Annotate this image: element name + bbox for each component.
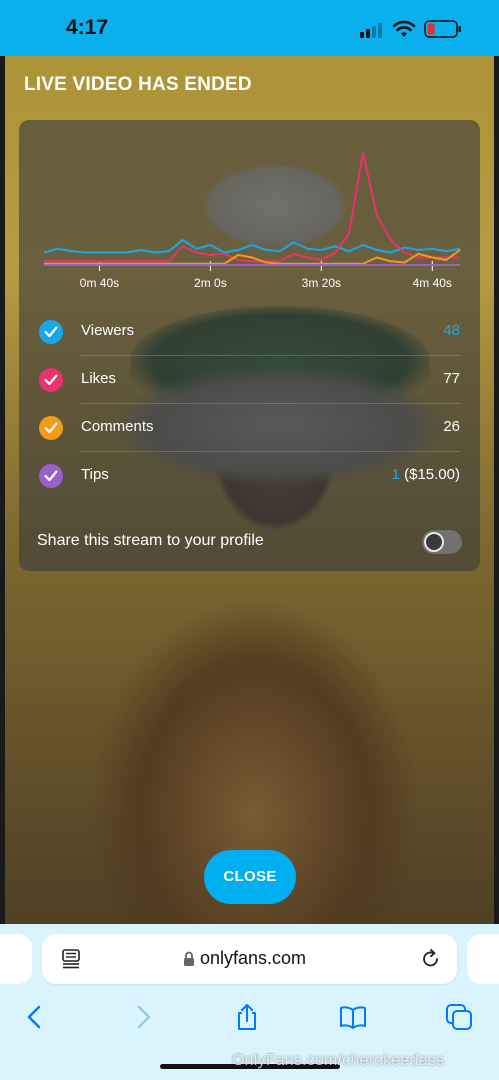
- stat-label: Viewers: [81, 322, 135, 339]
- next-tab-preview[interactable]: [467, 934, 499, 984]
- previous-tab-preview[interactable]: [0, 934, 32, 984]
- stat-count: 1: [391, 466, 400, 483]
- address-bar[interactable]: onlyfans.com: [42, 934, 457, 984]
- page-title: LIVE VIDEO HAS ENDED: [24, 74, 252, 95]
- checkbox-viewers[interactable]: [39, 320, 63, 344]
- stat-label: Comments: [81, 418, 154, 435]
- checkmark-icon: [44, 470, 58, 482]
- x-tick-label: 2m 0s: [194, 276, 227, 290]
- reload-icon[interactable]: [420, 948, 442, 970]
- url-text: onlyfans.com: [200, 948, 307, 968]
- stat-value: 26: [443, 418, 460, 435]
- stat-label: Tips: [81, 466, 109, 483]
- x-tick-label: 4m 40s: [413, 276, 452, 290]
- tabs-icon[interactable]: [444, 1002, 474, 1032]
- x-tick-label: 0m 40s: [80, 276, 119, 290]
- share-icon[interactable]: [232, 1002, 262, 1032]
- stat-row-viewers[interactable]: Viewers 48: [39, 308, 460, 356]
- share-stream-row[interactable]: Share this stream to your profile: [37, 526, 462, 558]
- status-time: 4:17: [66, 16, 109, 39]
- stat-count: 77: [443, 370, 460, 387]
- bookmarks-icon[interactable]: [338, 1002, 368, 1032]
- stat-row-tips[interactable]: Tips 1 ($15.00): [39, 452, 460, 500]
- forward-icon[interactable]: [128, 1002, 158, 1032]
- stream-stats-panel: 0m 40s 2m 0s 3m 20s 4m 40s Viewers 48 Likes 77…: [19, 120, 480, 571]
- wifi-icon: [392, 20, 416, 37]
- browser-toolbar: [0, 996, 499, 1036]
- stat-count: 26: [443, 418, 460, 435]
- chart-plot: 0m 40s 2m 0s 3m 20s 4m 40s: [43, 151, 461, 290]
- stat-amount: ($15.00): [399, 466, 460, 483]
- stat-row-likes[interactable]: Likes 77: [39, 356, 460, 404]
- stat-value: 77: [443, 370, 460, 387]
- checkmark-icon: [44, 326, 58, 338]
- status-bar: 4:17: [0, 0, 499, 56]
- share-stream-toggle[interactable]: [422, 530, 462, 554]
- back-icon[interactable]: [20, 1002, 50, 1032]
- checkbox-tips[interactable]: [39, 464, 63, 488]
- stat-label: Likes: [81, 370, 117, 387]
- cellular-signal-icon: [360, 22, 386, 38]
- stat-row-comments[interactable]: Comments 26: [39, 404, 460, 452]
- stat-count: 48: [443, 322, 460, 339]
- toggle-knob: [424, 532, 444, 552]
- checkbox-likes[interactable]: [39, 368, 63, 392]
- stat-value: 1 ($15.00): [392, 466, 460, 483]
- watermark: OnlyFans.com/cherokeedass: [232, 1052, 445, 1069]
- close-button[interactable]: CLOSE: [204, 850, 296, 904]
- checkmark-icon: [44, 422, 58, 434]
- stream-activity-chart: 0m 40s 2m 0s 3m 20s 4m 40s: [19, 120, 480, 300]
- share-stream-label: Share this stream to your profile: [37, 532, 264, 549]
- checkmark-icon: [44, 374, 58, 386]
- battery-icon: [424, 20, 461, 38]
- stat-value: 48: [443, 322, 460, 339]
- lock-icon: [184, 951, 194, 966]
- x-tick-label: 3m 20s: [302, 276, 341, 290]
- page-menu-icon[interactable]: [62, 949, 80, 969]
- checkbox-comments[interactable]: [39, 416, 63, 440]
